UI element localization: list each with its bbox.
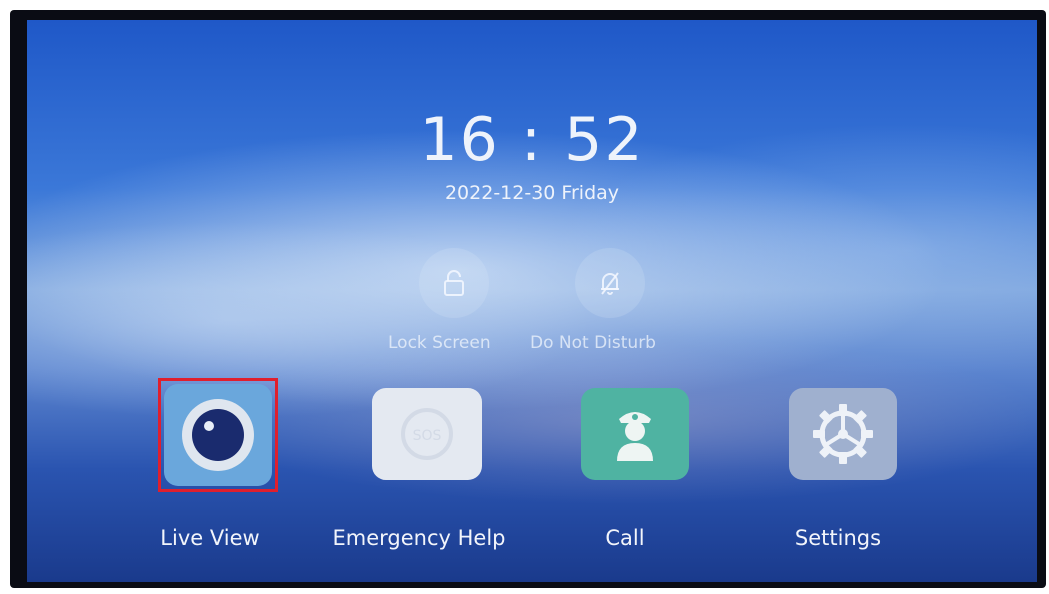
lock-screen-label: Lock Screen	[388, 333, 491, 353]
bell-off-icon	[601, 272, 619, 295]
live-view-app[interactable]	[164, 384, 272, 486]
emergency-help-label: Emergency Help	[332, 526, 506, 550]
live-view-label: Live View	[160, 526, 260, 550]
settings-label: Settings	[794, 526, 882, 550]
home-screen: 16 : 52 2022-12-30 Friday Lock Screen Do…	[27, 20, 1037, 582]
svg-text:SOS: SOS	[413, 428, 442, 444]
sos-icon: SOS	[401, 408, 453, 460]
guard-icon	[617, 412, 653, 461]
gear-icon	[813, 404, 873, 464]
do-not-disturb-button[interactable]	[575, 248, 645, 318]
unlock-icon	[444, 270, 464, 296]
clock-time: 16 : 52	[419, 105, 645, 175]
do-not-disturb-label: Do Not Disturb	[530, 333, 656, 353]
lock-screen-button[interactable]	[419, 248, 489, 318]
clock-date: 2022-12-30 Friday	[444, 182, 620, 204]
settings-app[interactable]	[789, 388, 897, 480]
call-label: Call	[605, 526, 645, 550]
call-app[interactable]	[581, 388, 689, 480]
emergency-help-app[interactable]: SOS	[372, 388, 482, 480]
camera-eye-icon	[182, 399, 254, 471]
